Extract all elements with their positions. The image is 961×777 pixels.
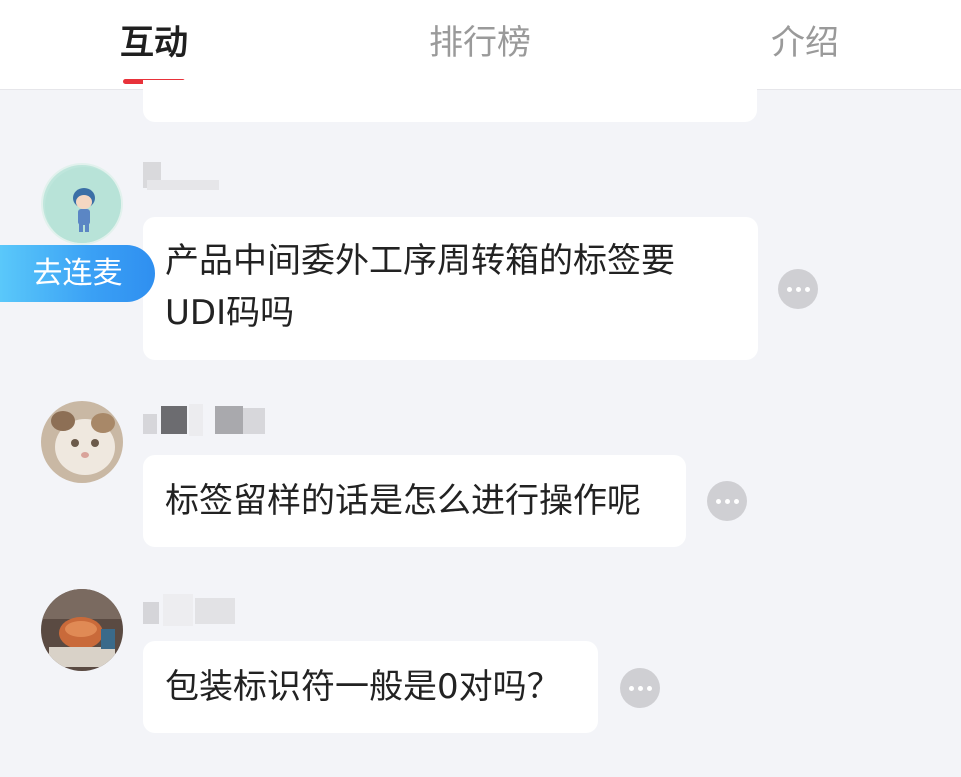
message-text: 标签留样的话是怎么进行操作呢: [165, 481, 641, 521]
dot-icon: [637, 685, 643, 691]
dot-icon: [786, 286, 792, 292]
cat-avatar-icon[interactable]: [41, 401, 123, 483]
dot-icon: [646, 685, 652, 691]
connect-mic-button[interactable]: 去连麦: [0, 245, 155, 302]
tab-bar: 互动 排行榜 介绍: [0, 0, 961, 90]
username-blurred: [143, 592, 273, 626]
message-text: 产品中间委外工序周转箱的标签要UDI码吗: [165, 241, 675, 333]
more-options-button[interactable]: [778, 269, 818, 309]
dot-icon: [733, 498, 739, 504]
message-bubble: 包装标识符一般是0对吗？: [143, 641, 598, 733]
tab-leaderboard[interactable]: 排行榜: [380, 20, 580, 70]
tab-interaction[interactable]: 互动: [54, 20, 254, 70]
photo-avatar-icon[interactable]: [41, 589, 123, 671]
cartoon-avatar-icon[interactable]: [41, 163, 123, 245]
more-options-button[interactable]: [707, 481, 747, 521]
dot-icon: [795, 286, 801, 292]
message-bubble: 产品中间委外工序周转箱的标签要UDI码吗: [143, 217, 758, 360]
dot-icon: [715, 498, 721, 504]
more-options-button[interactable]: [620, 668, 660, 708]
message-text: 包装标识符一般是0对吗？: [165, 667, 561, 707]
dot-icon: [628, 685, 634, 691]
dot-icon: [724, 498, 730, 504]
message-bubble: 标签留样的话是怎么进行操作呢: [143, 455, 686, 547]
username-blurred: [143, 402, 273, 436]
previous-message-bubble: [143, 80, 757, 122]
username-blurred: [143, 160, 273, 194]
tab-introduction[interactable]: 介绍: [705, 20, 905, 70]
dot-icon: [804, 286, 810, 292]
